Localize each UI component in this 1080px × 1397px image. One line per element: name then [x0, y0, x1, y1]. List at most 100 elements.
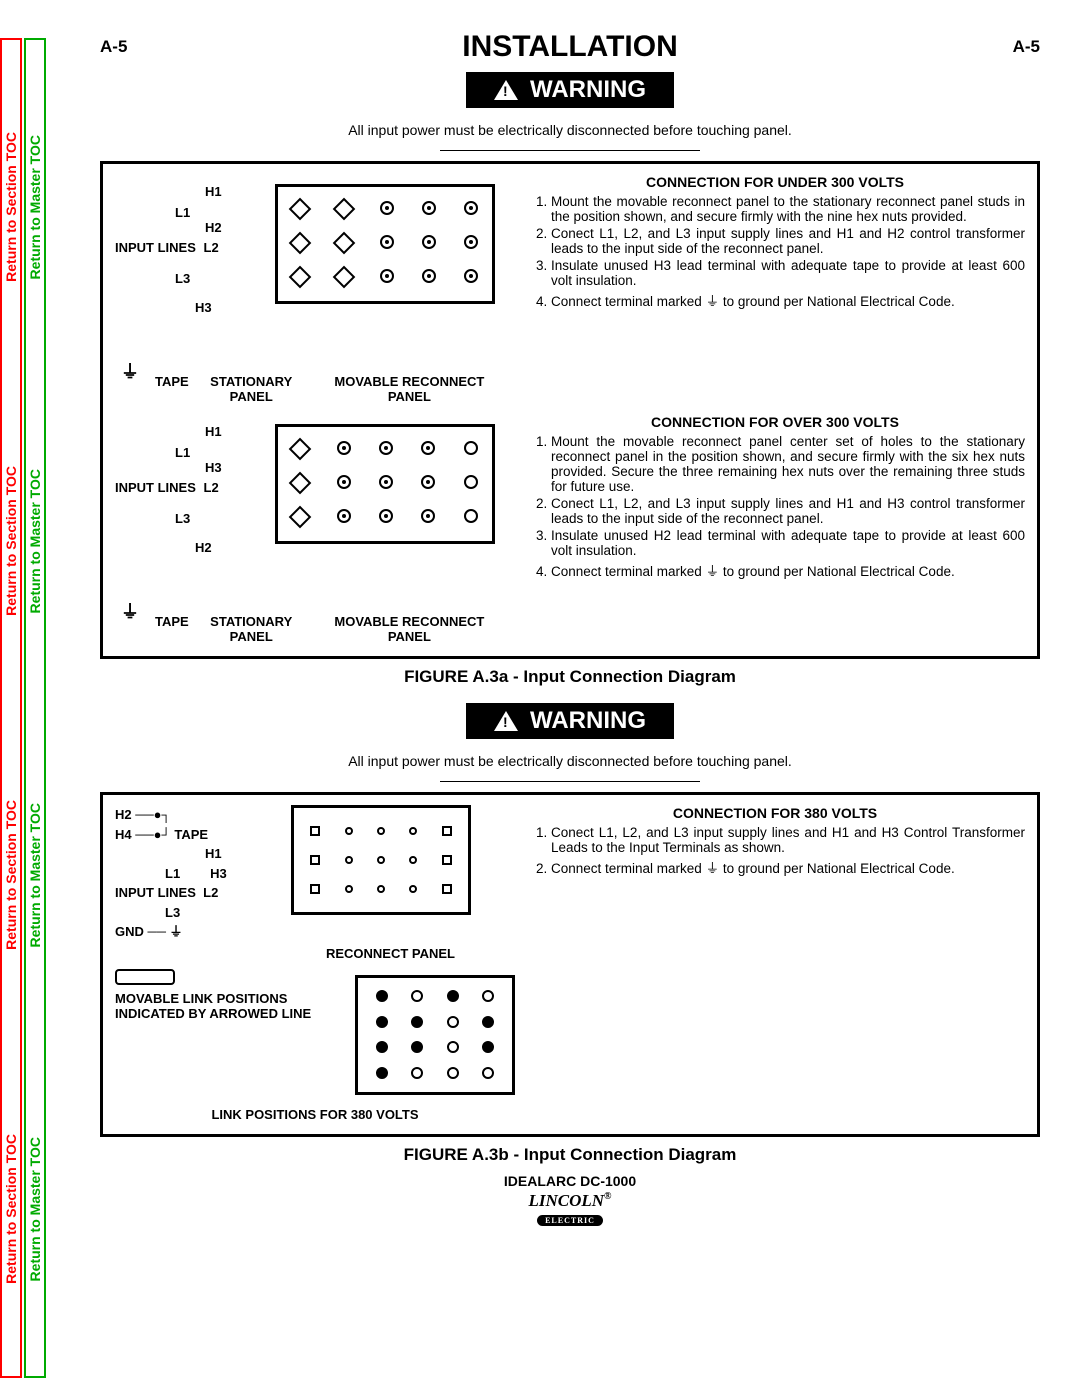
under-300-step-3: Insulate unused H3 lead terminal with ad… [551, 258, 1025, 288]
under-300-step-1: Mount the movable reconnect panel to the… [551, 194, 1025, 224]
over-300-step-1: Mount the movable reconnect panel center… [551, 434, 1025, 494]
label-movable-panel: MOVABLE RECONNECT PANEL [314, 374, 505, 404]
page-number-right: A-5 [1013, 37, 1040, 57]
label-h2: H2 [205, 218, 222, 239]
label-reconnect-panel: RECONNECT PANEL [115, 946, 455, 961]
label-tape: TAPE [174, 827, 208, 842]
page-number-left: A-5 [100, 37, 127, 57]
figure-a3b-caption: FIGURE A.3b - Input Connection Diagram [100, 1145, 1040, 1165]
label-l3: L3 [165, 905, 180, 920]
under-300-step-2: Conect L1, L2, and L3 input supply lines… [551, 226, 1025, 256]
over-300-step-4: Connect terminal marked ⏚ to ground per … [551, 560, 1025, 580]
label-h2: H2 [195, 538, 222, 559]
label-l3: L3 [175, 509, 222, 530]
label-h1: H1 [205, 182, 222, 203]
label-input-lines: INPUT LINES [115, 240, 196, 255]
diagram-over-300: H1 L1 H3 INPUT LINES L2 L3 H2 ⏚ [115, 414, 515, 644]
over-300-instructions: CONNECTION FOR OVER 300 VOLTS Mount the … [525, 414, 1025, 582]
page-header: A-5 INSTALLATION A-5 [100, 30, 1040, 64]
under-300-row: H1 L1 H2 INPUT LINES L2 L3 H3 ⏚ [115, 174, 1025, 404]
diagram-380: H2 ──●┐ H4 ──●┘ TAPE H1 L1H3 INPUT LINES… [115, 805, 515, 1122]
figure-a3b-box: H2 ──●┐ H4 ──●┘ TAPE H1 L1H3 INPUT LINES… [100, 792, 1040, 1137]
label-tape: TAPE [155, 614, 189, 644]
conn-380-instructions: CONNECTION FOR 380 VOLTS Conect L1, L2, … [525, 805, 1025, 879]
under-300-title: CONNECTION FOR UNDER 300 VOLTS [525, 174, 1025, 190]
label-h4: H4 [115, 827, 132, 842]
ground-symbol-icon: ⏚ [170, 924, 183, 939]
under-300-step-4: Connect terminal marked ⏚ to ground per … [551, 290, 1025, 310]
over-300-row: H1 L1 H3 INPUT LINES L2 L3 H2 ⏚ [115, 414, 1025, 644]
label-gnd: GND [115, 924, 144, 939]
brand-sub: ELECTRIC [537, 1215, 603, 1226]
link-positions-box [355, 975, 515, 1095]
warning-badge: WARNING [466, 72, 674, 108]
master-toc-link[interactable]: Return to Master TOC [27, 449, 43, 633]
label-input-lines: INPUT LINES [115, 885, 196, 900]
conn-380-step-2: Connect terminal marked ⏚ to ground per … [551, 857, 1025, 877]
ground-symbol-icon: ⏚ [706, 861, 720, 877]
diagram-under-300: H1 L1 H2 INPUT LINES L2 L3 H3 ⏚ [115, 174, 515, 404]
warning-label: WARNING [530, 707, 646, 735]
brand-name: LINCOLN [528, 1191, 604, 1210]
label-h3: H3 [210, 866, 227, 881]
ground-symbol-icon: ⏚ [121, 358, 139, 384]
label-movable-link-positions: MOVABLE LINK POSITIONS INDICATED BY ARRO… [115, 991, 345, 1021]
label-input-lines: INPUT LINES [115, 480, 196, 495]
ground-symbol-icon: ⏚ [121, 598, 139, 624]
warning-block-2: WARNING All input power must be electric… [100, 695, 1040, 782]
label-h2: H2 [115, 807, 132, 822]
warning-text: All input power must be electrically dis… [100, 753, 1040, 769]
master-toc-link[interactable]: Return to Master TOC [27, 1117, 43, 1301]
section-toc-link[interactable]: Return to Section TOC [3, 112, 19, 302]
warning-badge: WARNING [466, 703, 674, 739]
brand-logo: LINCOLN® ELECTRIC [100, 1191, 1040, 1231]
section-toc-link[interactable]: Return to Section TOC [3, 446, 19, 636]
master-toc-link[interactable]: Return to Master TOC [27, 783, 43, 967]
warning-label: WARNING [530, 76, 646, 104]
label-stationary-panel: STATIONARY PANEL [189, 374, 314, 404]
divider [440, 150, 700, 151]
footer-model: IDEALARC DC-1000 [100, 1173, 1040, 1189]
warning-triangle-icon [494, 80, 518, 100]
panel-frame-under [275, 184, 495, 304]
label-stationary-panel: STATIONARY PANEL [189, 614, 314, 644]
page-title: INSTALLATION [462, 30, 678, 64]
label-h3: H3 [205, 458, 222, 479]
label-movable-panel: MOVABLE RECONNECT PANEL [314, 614, 505, 644]
section-toc-link[interactable]: Return to Section TOC [3, 780, 19, 970]
sidebar-master-toc-col: Return to Master TOC Return to Master TO… [24, 38, 46, 1378]
label-h3: H3 [195, 298, 222, 319]
divider [440, 781, 700, 782]
panel-frame-over [275, 424, 495, 544]
master-toc-link[interactable]: Return to Master TOC [27, 115, 43, 299]
page-content: A-5 INSTALLATION A-5 WARNING All input p… [60, 0, 1080, 1241]
ground-symbol-icon: ⏚ [706, 564, 720, 580]
conn-380-row: H2 ──●┐ H4 ──●┘ TAPE H1 L1H3 INPUT LINES… [115, 805, 1025, 1122]
figure-a3a-caption: FIGURE A.3a - Input Connection Diagram [100, 667, 1040, 687]
over-300-step-2: Conect L1, L2, and L3 input supply lines… [551, 496, 1025, 526]
figure-a3a-box: H1 L1 H2 INPUT LINES L2 L3 H3 ⏚ [100, 161, 1040, 659]
warning-block-1: WARNING All input power must be electric… [100, 64, 1040, 151]
warning-triangle-icon [494, 711, 518, 731]
label-l3: L3 [175, 269, 222, 290]
reconnect-panel-380 [291, 805, 471, 915]
conn-380-title: CONNECTION FOR 380 VOLTS [525, 805, 1025, 821]
conn-380-step-1: Conect L1, L2, and L3 input supply lines… [551, 825, 1025, 855]
ground-symbol-icon: ⏚ [706, 294, 720, 310]
over-300-step-3: Insulate unused H2 lead terminal with ad… [551, 528, 1025, 558]
over-300-title: CONNECTION FOR OVER 300 VOLTS [525, 414, 1025, 430]
label-l2: L2 [204, 480, 219, 495]
label-l2: L2 [204, 240, 219, 255]
registered-icon: ® [604, 1191, 611, 1202]
label-l2: L2 [203, 885, 218, 900]
label-h1: H1 [205, 846, 222, 861]
label-link-positions-380: LINK POSITIONS FOR 380 VOLTS [115, 1107, 515, 1122]
under-300-instructions: CONNECTION FOR UNDER 300 VOLTS Mount the… [525, 174, 1025, 312]
section-toc-link[interactable]: Return to Section TOC [3, 1114, 19, 1304]
link-bar-icon [115, 969, 175, 985]
sidebar: Return to Section TOC Return to Section … [0, 38, 48, 1378]
sidebar-section-toc-col: Return to Section TOC Return to Section … [0, 38, 22, 1378]
warning-text: All input power must be electrically dis… [100, 122, 1040, 138]
label-tape: TAPE [155, 374, 189, 404]
label-h1: H1 [205, 422, 222, 443]
